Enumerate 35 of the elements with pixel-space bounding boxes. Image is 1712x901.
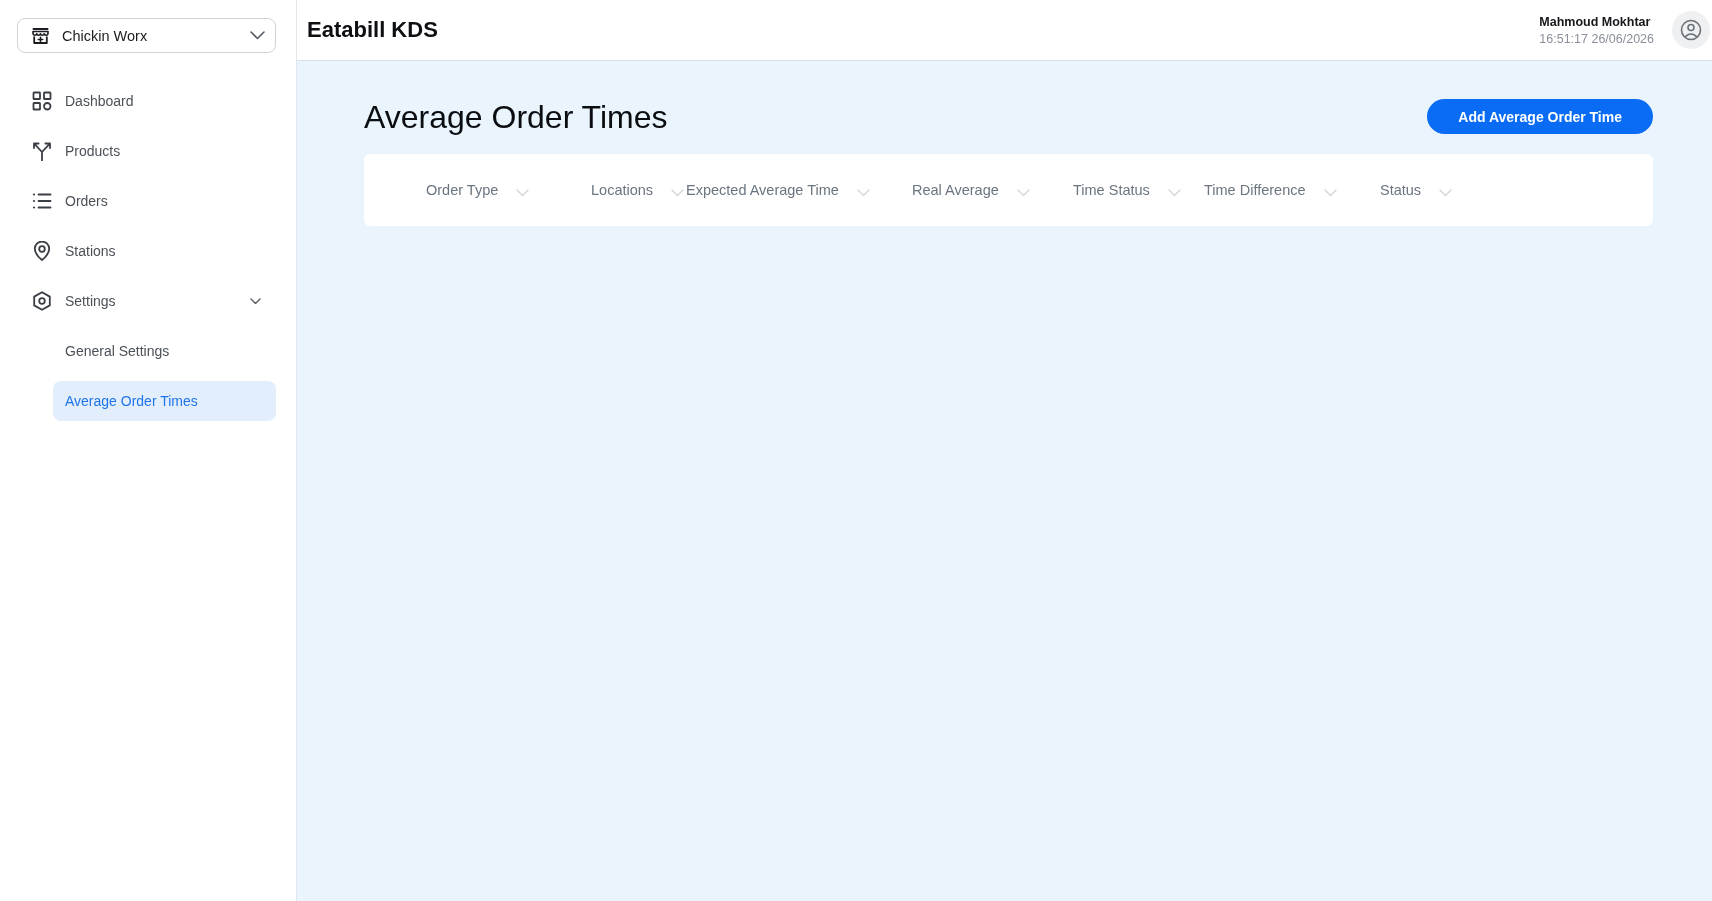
sidebar-subitem[interactable]: Average Order Times xyxy=(53,381,276,421)
sort-chevron-icon xyxy=(1439,189,1453,197)
split-arrows-icon xyxy=(32,141,52,161)
timestamp: 16:51:17 26/06/2026 xyxy=(1539,31,1654,46)
column-header[interactable]: Time Status xyxy=(1073,182,1181,198)
add-button[interactable]: Add Average Order Time xyxy=(1427,99,1653,134)
sidebar-item[interactable]: Products xyxy=(17,131,276,171)
store-dropdown[interactable]: Chickin Worx xyxy=(17,18,276,53)
column-header[interactable]: Real Average xyxy=(912,182,1030,198)
sort-chevron-icon xyxy=(856,189,870,197)
sort-chevron-icon xyxy=(1016,189,1030,197)
column-header[interactable]: Locations xyxy=(591,182,685,198)
user-avatar-icon[interactable] xyxy=(1672,11,1710,49)
sort-chevron-icon xyxy=(671,189,685,197)
sort-chevron-icon xyxy=(1323,189,1337,197)
settings-icon xyxy=(32,291,52,311)
sidebar-item[interactable]: Settings xyxy=(17,281,276,321)
sort-chevron-icon xyxy=(1167,189,1181,197)
sidebar-item[interactable]: Stations xyxy=(17,231,276,271)
column-header[interactable]: Status xyxy=(1380,182,1453,198)
list-icon xyxy=(32,191,52,211)
grid-icon xyxy=(32,91,52,111)
page-title: Average Order Times xyxy=(364,100,668,133)
store-icon xyxy=(31,27,50,44)
column-header[interactable]: Time Difference xyxy=(1204,182,1337,198)
column-header[interactable]: Expected Average Time xyxy=(686,182,870,198)
sort-chevron-icon xyxy=(516,189,530,197)
map-pin-icon xyxy=(32,241,52,261)
app-title: Eatabill KDS xyxy=(307,17,438,43)
user-name: Mahmoud Mokhtar xyxy=(1539,14,1652,29)
sidebar-item[interactable]: Orders xyxy=(17,181,276,221)
sidebar-item[interactable]: Dashboard xyxy=(17,81,276,121)
column-header[interactable]: Order Type xyxy=(426,182,530,198)
sidebar-subitem[interactable]: General Settings xyxy=(53,331,276,371)
chevron-down-icon xyxy=(250,31,265,40)
